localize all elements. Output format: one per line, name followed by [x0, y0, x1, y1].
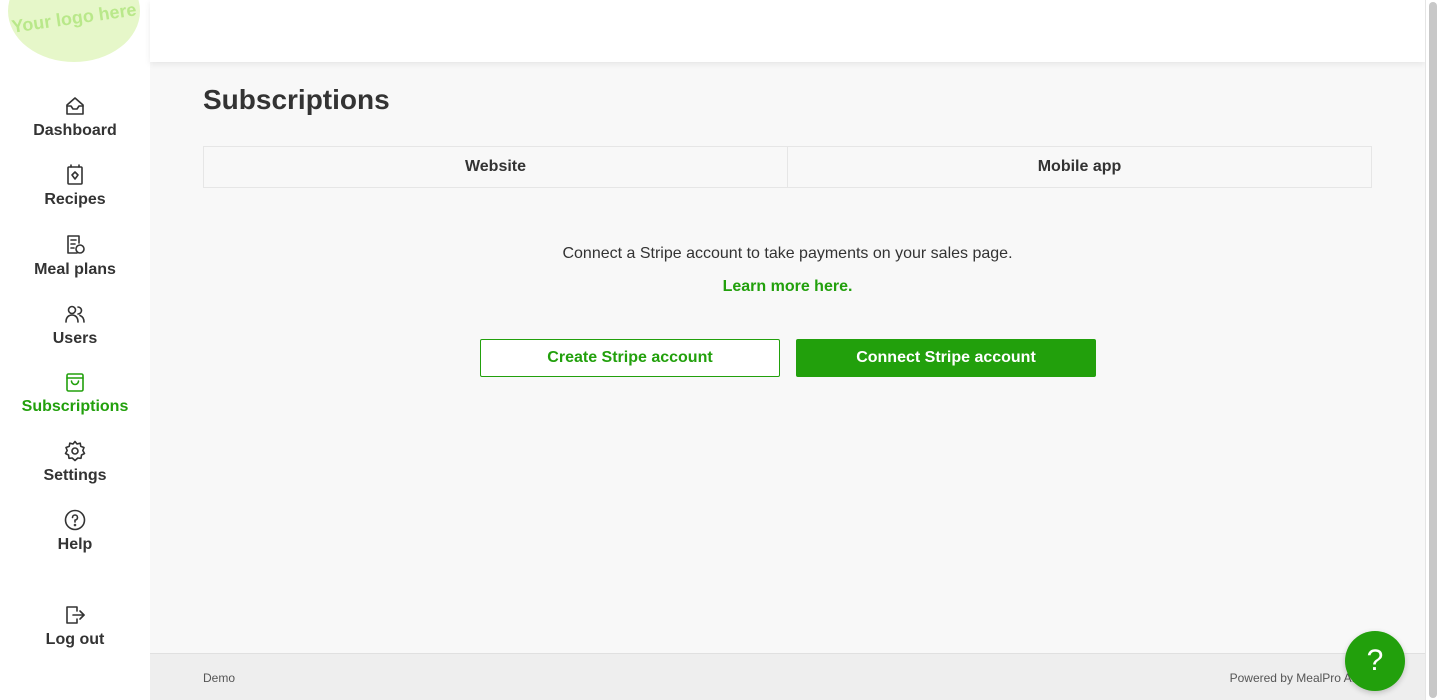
- shopping-bag-icon: [66, 373, 84, 392]
- sidebar-item-label: Meal plans: [34, 261, 116, 278]
- sidebar-item-label: Settings: [43, 467, 107, 484]
- sidebar-item-help[interactable]: Help: [0, 508, 150, 568]
- tab-website[interactable]: Website: [204, 147, 787, 187]
- sidebar-item-label: Subscriptions: [21, 398, 129, 415]
- gear-icon: [64, 440, 86, 462]
- meal-plan-icon: [67, 235, 85, 254]
- users-icon: [65, 305, 85, 323]
- page-title: Subscriptions: [203, 84, 390, 115]
- logout-icon: [66, 606, 85, 624]
- sidebar-item-dashboard[interactable]: Dashboard: [0, 94, 150, 154]
- sidebar: Your logo here Dashboard Recipes Meal pl…: [0, 0, 150, 700]
- footer-powered-by: Powered by MealPro AI: [1229, 671, 1355, 685]
- help-chat-button[interactable]: ?: [1345, 631, 1405, 691]
- footer-environment-label: Demo: [203, 671, 236, 685]
- sidebar-item-label: Dashboard: [33, 122, 117, 139]
- tab-bar: Website Mobile app: [203, 146, 1372, 188]
- logo-text: Your logo here: [10, 0, 138, 37]
- recipe-book-icon: [67, 164, 83, 185]
- question-mark-icon: ?: [1366, 644, 1384, 677]
- create-stripe-account-button[interactable]: Create Stripe account: [480, 339, 780, 377]
- sidebar-item-label: Log out: [45, 631, 105, 648]
- sidebar-item-recipes[interactable]: Recipes: [0, 163, 150, 223]
- inbox-icon: [66, 97, 84, 115]
- footer: Demo Powered by MealPro AI: [150, 653, 1425, 700]
- sidebar-item-label: Recipes: [44, 191, 106, 208]
- help-circle-icon: [64, 509, 86, 531]
- learn-more-link[interactable]: Learn more here.: [203, 278, 1372, 296]
- stripe-connect-message: Connect a Stripe account to take payment…: [562, 245, 1013, 262]
- sidebar-item-label: Users: [52, 330, 98, 347]
- sidebar-item-label: Help: [57, 536, 93, 553]
- sidebar-item-log-out[interactable]: Log out: [0, 603, 150, 663]
- sidebar-item-settings[interactable]: Settings: [0, 439, 150, 499]
- tab-mobile-app[interactable]: Mobile app: [787, 147, 1371, 187]
- scrollbar-thumb[interactable]: [1429, 2, 1437, 698]
- sidebar-item-meal-plans[interactable]: Meal plans: [0, 233, 150, 293]
- logo[interactable]: Your logo here: [8, 0, 140, 62]
- sidebar-item-users[interactable]: Users: [0, 302, 150, 362]
- connect-stripe-account-button[interactable]: Connect Stripe account: [796, 339, 1096, 377]
- scrollbar[interactable]: [1425, 0, 1440, 700]
- sidebar-item-subscriptions[interactable]: Subscriptions: [0, 370, 150, 430]
- top-bar: [150, 0, 1425, 62]
